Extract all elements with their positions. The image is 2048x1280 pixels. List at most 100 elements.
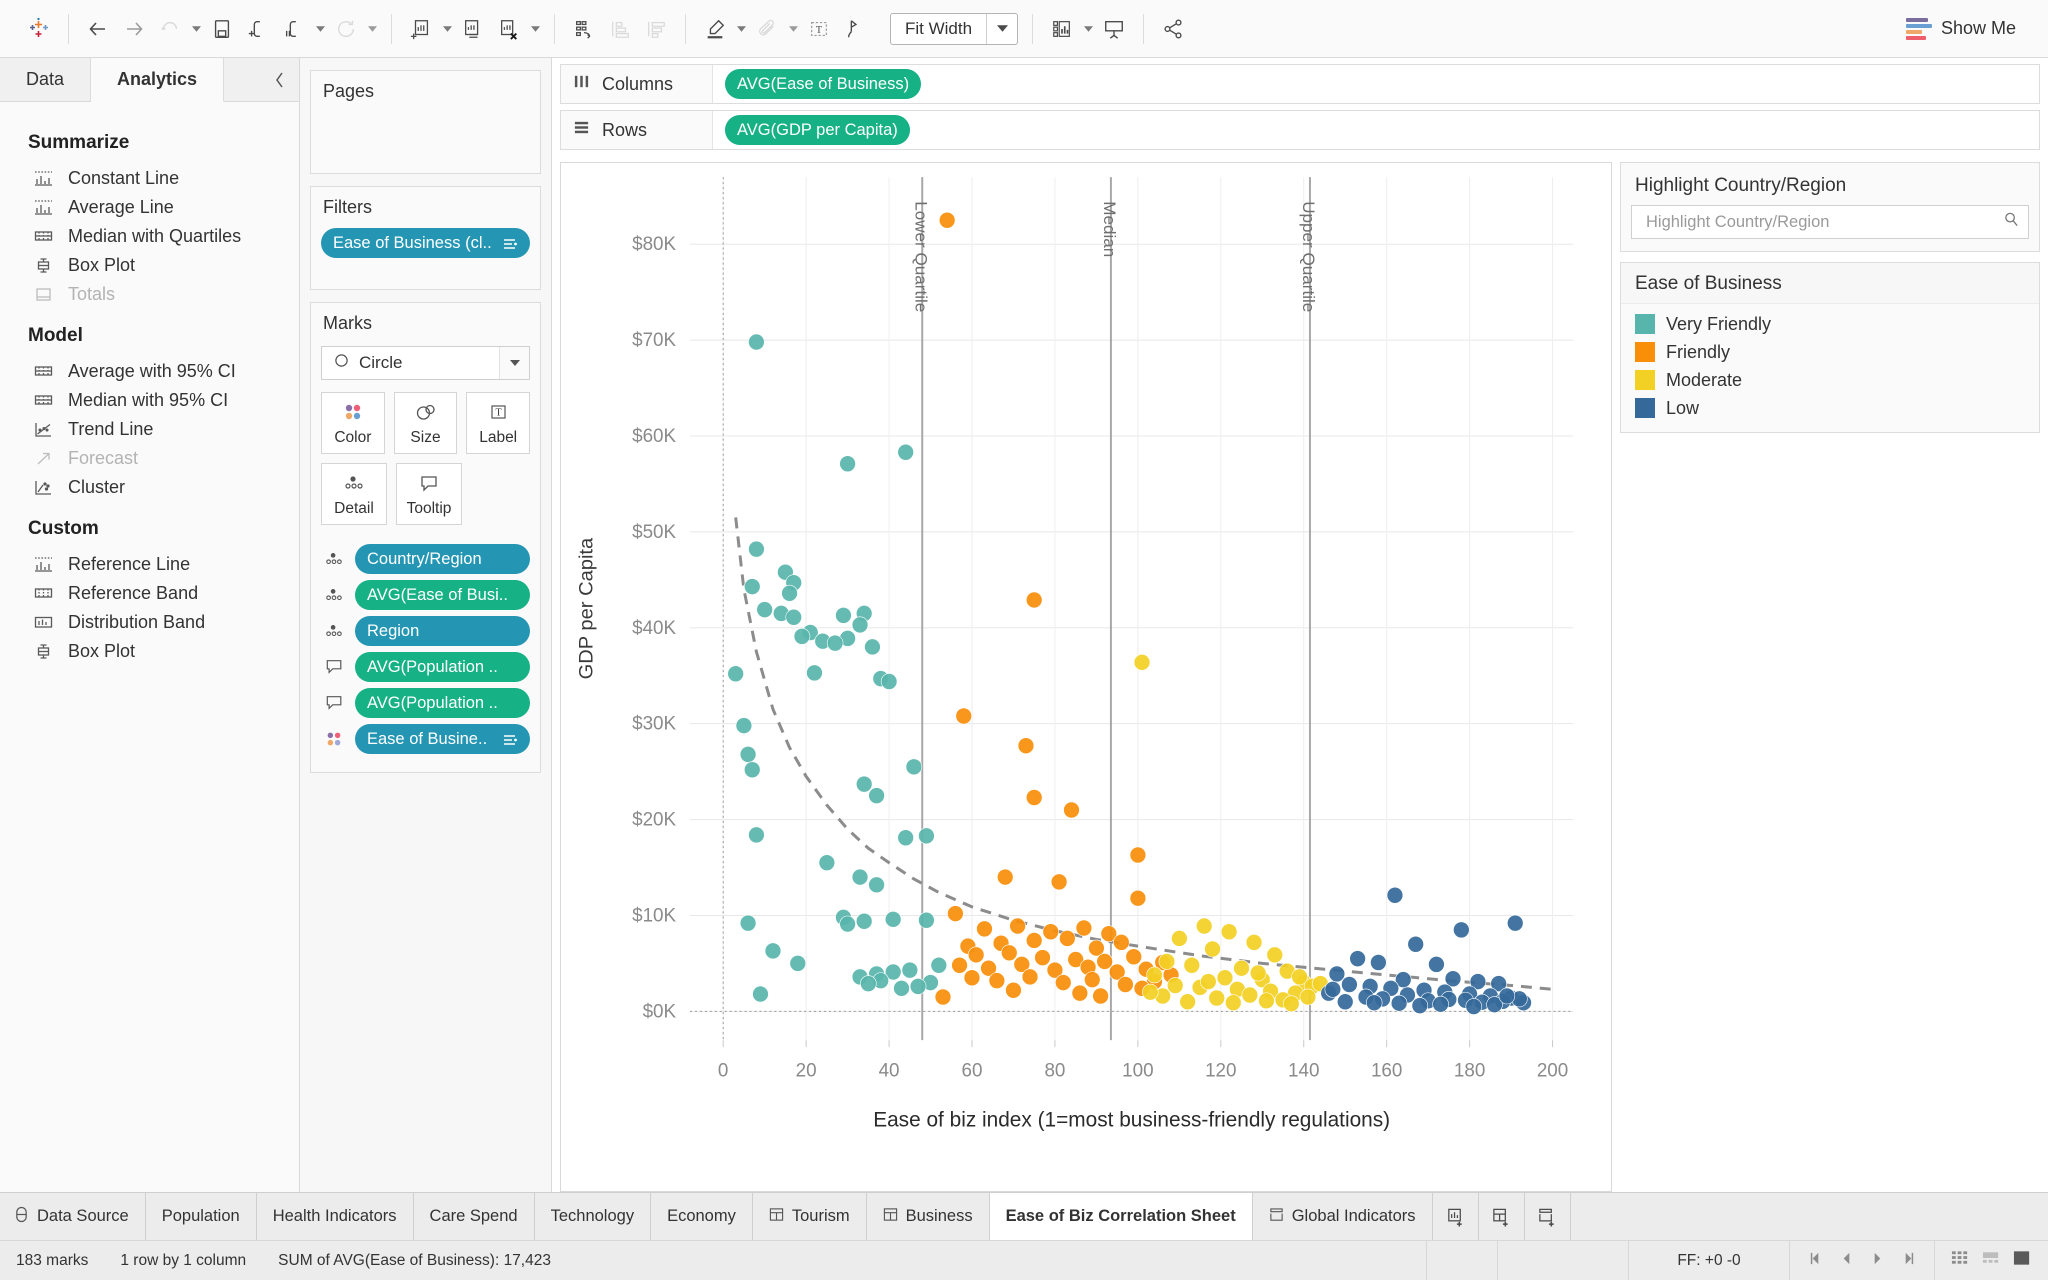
- data-point[interactable]: [988, 972, 1006, 990]
- data-point[interactable]: [905, 758, 923, 776]
- chevron-down-icon[interactable]: [499, 347, 529, 379]
- data-point[interactable]: [1142, 983, 1159, 1001]
- data-point[interactable]: [1017, 737, 1035, 755]
- data-point[interactable]: [739, 746, 757, 763]
- analytics-item-average-line[interactable]: Average Line: [0, 193, 299, 222]
- pause-refresh-icon[interactable]: [277, 12, 311, 46]
- grid-view-icon[interactable]: [1951, 1250, 1970, 1271]
- analytics-item-forecast[interactable]: Forecast: [0, 444, 299, 473]
- new-worksheet-button[interactable]: [1433, 1193, 1479, 1240]
- data-point[interactable]: [918, 827, 935, 845]
- data-point[interactable]: [806, 664, 823, 682]
- data-point[interactable]: [1200, 973, 1217, 990]
- data-point[interactable]: [897, 829, 914, 847]
- data-point[interactable]: [1411, 997, 1429, 1014]
- data-point[interactable]: [868, 787, 885, 804]
- data-point[interactable]: [996, 868, 1014, 886]
- data-point[interactable]: [835, 606, 852, 624]
- data-point[interactable]: [1258, 992, 1275, 1010]
- duplicate-sheet-icon[interactable]: [456, 12, 490, 46]
- refresh-icon[interactable]: [329, 12, 363, 46]
- data-point[interactable]: [1220, 923, 1238, 941]
- data-point[interactable]: [1025, 932, 1043, 949]
- data-point[interactable]: [930, 956, 948, 974]
- highlight-dropdown-icon[interactable]: [734, 12, 748, 46]
- first-page-icon[interactable]: [1808, 1251, 1823, 1271]
- data-point[interactable]: [976, 920, 993, 938]
- data-point[interactable]: [1428, 956, 1445, 973]
- data-point[interactable]: [1299, 988, 1317, 1006]
- data-point[interactable]: [1498, 987, 1516, 1005]
- data-point[interactable]: [1063, 801, 1080, 819]
- data-point[interactable]: [839, 915, 856, 933]
- columns-shelf[interactable]: Columns AVG(Ease of Business): [560, 64, 2040, 104]
- data-point[interactable]: [855, 775, 873, 793]
- data-point[interactable]: [1245, 933, 1263, 951]
- data-point[interactable]: [955, 707, 972, 725]
- analytics-item-constant-line[interactable]: Constant Line: [0, 164, 299, 193]
- presentation-layout-icon[interactable]: [1045, 12, 1079, 46]
- worksheet-tab[interactable]: Care Spend: [414, 1193, 535, 1240]
- data-point[interactable]: [1092, 987, 1109, 1005]
- filter-icon[interactable]: [503, 237, 518, 250]
- data-point[interactable]: [781, 584, 798, 602]
- compact-view-icon[interactable]: [1982, 1250, 2001, 1271]
- columns-drop-zone[interactable]: AVG(Ease of Business): [713, 65, 2039, 103]
- data-point[interactable]: [1129, 889, 1147, 907]
- analytics-item-reference-band[interactable]: Reference Band: [0, 579, 299, 608]
- data-point[interactable]: [1249, 964, 1267, 982]
- highlight-country-region-input[interactable]: [1644, 211, 2003, 233]
- data-point[interactable]: [1001, 944, 1018, 962]
- data-point[interactable]: [1386, 886, 1404, 904]
- data-point[interactable]: [1283, 995, 1300, 1013]
- worksheet-canvas[interactable]: Lower Quartile Median Upper Quartile $0K $10…: [560, 162, 1612, 1192]
- data-point[interactable]: [851, 616, 869, 634]
- data-point[interactable]: [1113, 933, 1130, 951]
- analytics-item-trend-line[interactable]: Trend Line: [0, 415, 299, 444]
- data-point[interactable]: [1465, 998, 1482, 1015]
- data-point[interactable]: [1021, 968, 1039, 986]
- legend-item[interactable]: Low: [1621, 394, 2039, 422]
- save-icon[interactable]: [205, 12, 239, 46]
- data-point[interactable]: [1328, 965, 1346, 983]
- data-point[interactable]: [884, 910, 902, 928]
- filter-icon[interactable]: [503, 733, 518, 746]
- sort-descending-icon[interactable]: [639, 12, 673, 46]
- worksheet-tab[interactable]: Business: [867, 1193, 990, 1240]
- mark-type-select[interactable]: Circle: [321, 346, 530, 380]
- analytics-item-box-plot-custom[interactable]: Box Plot: [0, 637, 299, 666]
- data-point[interactable]: [868, 876, 885, 894]
- data-point[interactable]: [1216, 969, 1234, 987]
- data-point[interactable]: [789, 955, 807, 972]
- new-story-button[interactable]: [1525, 1193, 1571, 1240]
- data-point[interactable]: [1225, 994, 1242, 1012]
- columns-pill-avg-ease-of-business[interactable]: AVG(Ease of Business): [725, 69, 922, 99]
- rows-pill-avg-gdp-per-capita[interactable]: AVG(GDP per Capita): [725, 115, 910, 145]
- sort-ascending-icon[interactable]: [603, 12, 637, 46]
- data-point[interactable]: [752, 985, 769, 1003]
- data-point[interactable]: [1204, 940, 1221, 958]
- data-point[interactable]: [1390, 994, 1408, 1012]
- data-point[interactable]: [855, 912, 873, 930]
- data-point[interactable]: [1179, 993, 1196, 1011]
- data-point[interactable]: [1025, 591, 1043, 609]
- data-point[interactable]: [756, 601, 773, 618]
- back-icon[interactable]: [81, 12, 115, 46]
- data-point[interactable]: [1432, 995, 1449, 1013]
- analytics-item-median-with-quartiles[interactable]: Median with Quartiles: [0, 222, 299, 251]
- data-point[interactable]: [1133, 653, 1151, 671]
- data-point[interactable]: [1125, 948, 1142, 966]
- data-point[interactable]: [1365, 994, 1383, 1012]
- fit-width-select[interactable]: Fit Width: [890, 12, 1019, 45]
- data-point[interactable]: [938, 211, 956, 229]
- data-point[interactable]: [1055, 974, 1072, 991]
- data-point[interactable]: [1266, 946, 1283, 964]
- legend-item[interactable]: Moderate: [1621, 366, 2039, 394]
- marks-pill-avg-population-2[interactable]: AVG(Population ..: [355, 688, 530, 718]
- data-point[interactable]: [744, 761, 761, 779]
- rows-shelf[interactable]: Rows AVG(GDP per Capita): [560, 110, 2040, 150]
- fill-view-icon[interactable]: [2013, 1250, 2032, 1271]
- data-point[interactable]: [727, 665, 744, 683]
- data-point[interactable]: [1453, 921, 1470, 939]
- data-point[interactable]: [947, 905, 964, 922]
